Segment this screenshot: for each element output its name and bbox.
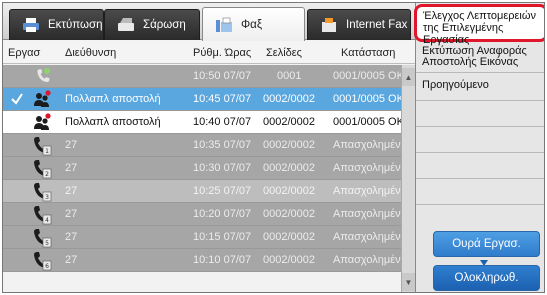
row-address: 27 — [65, 231, 78, 243]
row-status: 0001/0005 OK — [333, 93, 404, 105]
broadcast-icon — [31, 89, 53, 110]
row-address: 27 — [65, 162, 78, 174]
row-address: Πολλαπλ αποστολή — [65, 116, 161, 128]
job-list: 10:50 07/07 0001 0001/0005 OK Πολλαπλ απ… — [3, 65, 407, 292]
col-time: Ρύθμ. Ώρας — [193, 47, 252, 59]
row-time: 10:10 07/07 — [193, 254, 252, 266]
col-pages: Σελίδες — [266, 47, 302, 59]
tab-internet-fax-label: Internet Fax — [346, 19, 408, 31]
completed-label: Ολοκληρωθ. — [454, 272, 519, 284]
tab-print-label: Εκτύπωση — [48, 19, 103, 31]
scroll-down-icon[interactable]: ▼ — [402, 273, 415, 291]
table-row[interactable]: 6 27 10:10 07/07 0002/0002 Απασχολημένο — [3, 249, 407, 272]
fax-busy-icon: 4 — [31, 204, 53, 225]
row-pages: 0002/0002 — [263, 208, 315, 220]
row-pages: 0001 — [277, 70, 302, 82]
table-row[interactable]: Πολλαπλ αποστολή 10:40 07/07 0002/0002 0… — [3, 111, 404, 134]
scan-icon — [117, 16, 135, 34]
print-report-button[interactable]: Εκτύπωση Αναφοράς Αποστολής Εικόνας — [416, 43, 544, 73]
row-address: 27 — [65, 139, 78, 151]
row-time: 10:15 07/07 — [193, 231, 252, 243]
tab-fax[interactable]: Φαξ — [202, 7, 305, 41]
row-pages: 0002/0002 — [263, 231, 315, 243]
print-report-label: Εκτύπωση Αναφοράς Αποστολής Εικόνας — [422, 45, 527, 68]
row-pages: 0002/0002 — [263, 254, 315, 266]
col-status: Κατάσταση — [341, 47, 396, 59]
row-pages: 0002/0002 — [263, 185, 315, 197]
row-status: Απασχολημένο — [333, 162, 407, 174]
job-list-scrollbar[interactable]: ▲ ▼ — [401, 65, 415, 292]
job-queue-label: Ουρά Εργασ. — [452, 238, 521, 250]
row-time: 10:50 07/07 — [193, 70, 252, 82]
row-address: 27 — [65, 208, 78, 220]
svg-text:1: 1 — [45, 148, 49, 155]
tab-internet-fax[interactable]: Internet Fax — [307, 9, 411, 40]
panel-empty-slot — [416, 179, 544, 205]
svg-text:6: 6 — [45, 263, 49, 270]
job-queue-button[interactable]: Ουρά Εργασ. — [433, 231, 540, 257]
scroll-up-icon[interactable]: ▲ — [402, 68, 415, 86]
check-details-label: Έλεγχος Λεπτομερειών της Επιλεγμένης Εργ… — [423, 10, 536, 46]
fax-busy-icon: 2 — [31, 158, 53, 179]
row-time: 10:30 07/07 — [193, 162, 252, 174]
row-time: 10:20 07/07 — [193, 208, 252, 220]
table-row[interactable]: 1 27 10:35 07/07 0002/0002 Απασχολημένο — [3, 134, 407, 157]
panel-empty-slot — [416, 101, 544, 127]
row-pages: 0002/0002 — [263, 93, 315, 105]
panel-empty-slot — [416, 153, 544, 179]
row-status: Απασχολημένο — [333, 231, 407, 243]
job-list-header: Εργασ Διεύθυνση Ρύθμ. Ώρας Σελίδες Κατάσ… — [3, 41, 415, 64]
tab-scan-label: Σάρωση — [143, 19, 186, 31]
fax-busy-icon: 3 — [31, 181, 53, 202]
tab-scan[interactable]: Σάρωση — [104, 9, 200, 40]
advanced-button[interactable]: Προηγούμενο — [416, 73, 544, 101]
row-time: 10:35 07/07 — [193, 139, 252, 151]
fax-icon — [215, 16, 233, 34]
row-status: 0001/0005 OK — [333, 116, 404, 128]
panel-empty-slot — [416, 127, 544, 153]
row-status: Απασχολημένο — [333, 139, 407, 151]
row-status: 0001/0005 OK — [333, 70, 404, 82]
check-details-button[interactable]: Έλεγχος Λεπτομερειών της Επιλεγμένης Εργ… — [414, 4, 544, 46]
table-row[interactable]: 4 27 10:20 07/07 0002/0002 Απασχολημένο — [3, 203, 407, 226]
row-time: 10:45 07/07 — [193, 93, 252, 105]
col-job: Εργασ — [8, 47, 41, 59]
table-row[interactable]: 2 27 10:30 07/07 0002/0002 Απασχολημένο — [3, 157, 407, 180]
table-row[interactable]: 10:50 07/07 0001 0001/0005 OK — [3, 65, 404, 88]
svg-text:4: 4 — [45, 217, 49, 224]
fax-busy-icon: 6 — [31, 250, 53, 271]
table-row[interactable]: Πολλαπλ αποστολή 10:45 07/07 0002/0002 0… — [3, 88, 404, 111]
job-status-screen: Εκτύπωση Σάρωση Φαξ Internet Fax Εργασ Δ… — [2, 2, 545, 293]
svg-text:5: 5 — [45, 240, 49, 247]
svg-text:3: 3 — [45, 194, 49, 201]
tab-fax-label: Φαξ — [241, 18, 262, 31]
completed-button[interactable]: Ολοκληρωθ. — [433, 265, 540, 291]
check-icon — [10, 91, 24, 107]
row-pages: 0002/0002 — [263, 139, 315, 151]
fax-single-icon — [31, 66, 53, 87]
mode-tab-bar: Εκτύπωση Σάρωση Φαξ Internet Fax — [3, 3, 415, 41]
advanced-label: Προηγούμενο — [422, 79, 489, 91]
fax-busy-icon: 1 — [31, 135, 53, 156]
col-address: Διεύθυνση — [65, 47, 117, 59]
table-row[interactable]: 3 27 10:25 07/07 0002/0002 Απασχολημένο — [3, 180, 407, 203]
row-address: 27 — [65, 254, 78, 266]
internet-fax-icon — [320, 16, 338, 34]
row-status: Απασχολημένο — [333, 185, 407, 197]
row-address: 27 — [65, 185, 78, 197]
row-pages: 0002/0002 — [263, 162, 315, 174]
tab-print[interactable]: Εκτύπωση — [9, 9, 104, 40]
row-time: 10:25 07/07 — [193, 185, 252, 197]
table-row[interactable]: 5 27 10:15 07/07 0002/0002 Απασχολημένο — [3, 226, 407, 249]
broadcast-icon — [31, 112, 53, 133]
print-icon — [22, 16, 40, 34]
row-status: Απασχολημένο — [333, 254, 407, 266]
svg-text:2: 2 — [45, 171, 49, 178]
fax-busy-icon: 5 — [31, 227, 53, 248]
row-status: Απασχολημένο — [333, 208, 407, 220]
row-time: 10:40 07/07 — [193, 116, 252, 128]
row-address: Πολλαπλ αποστολή — [65, 93, 161, 105]
row-pages: 0002/0002 — [263, 116, 315, 128]
action-panel: Έλεγχος Λεπτομερειών της Επιλεγμένης Εργ… — [414, 3, 544, 292]
